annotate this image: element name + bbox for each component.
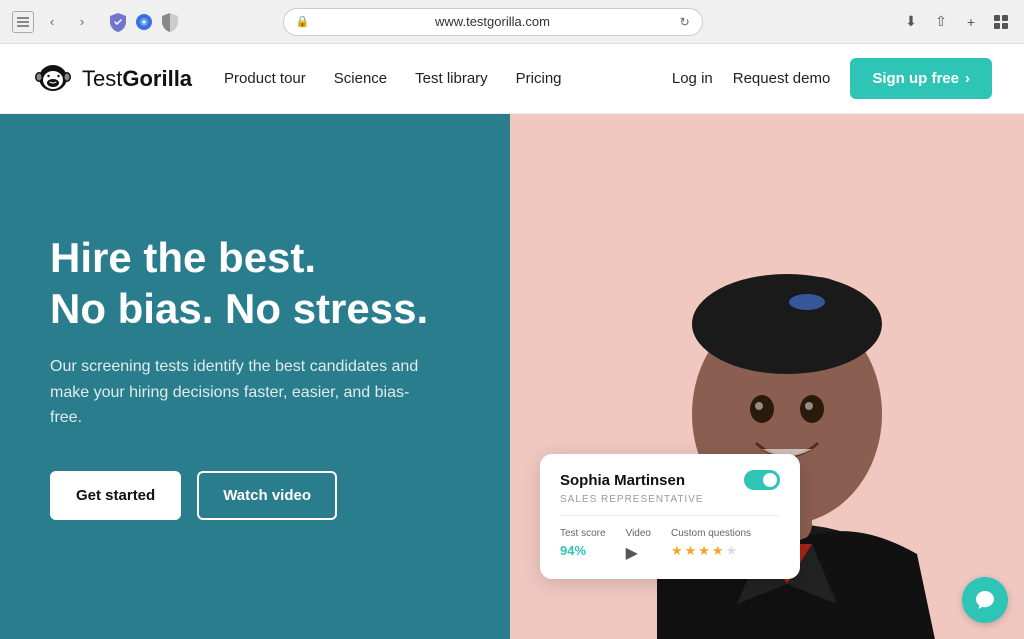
browser-actions: ⬇ ⇧ + [900, 11, 1012, 33]
candidate-role: SALES REPRESENTATIVE [560, 494, 780, 505]
candidate-card: Sophia Martinsen SALES REPRESENTATIVE Te… [540, 454, 800, 579]
hero-section: Hire the best. No bias. No stress. Our s… [0, 114, 1024, 639]
star-1: ★ [671, 543, 683, 559]
nav-science[interactable]: Science [334, 70, 387, 87]
forward-button[interactable]: › [70, 10, 94, 34]
star-5: ★ [726, 543, 738, 559]
hero-headline: Hire the best. No bias. No stress. [50, 233, 460, 334]
download-button[interactable]: ⬇ [900, 11, 922, 33]
star-2: ★ [685, 543, 697, 559]
site-wrapper: TestGorilla Product tour Science Test li… [0, 44, 1024, 639]
share-button[interactable]: ⇧ [930, 11, 952, 33]
hero-subtext: Our screening tests identify the best ca… [50, 354, 430, 431]
nav-test-library[interactable]: Test library [415, 70, 488, 87]
chat-button[interactable] [962, 577, 1008, 623]
star-rating: ★ ★ ★ ★ ★ [671, 543, 751, 559]
hero-right: Sophia Martinsen SALES REPRESENTATIVE Te… [510, 114, 1024, 639]
test-score-metric: Test score 94% [560, 528, 606, 563]
candidate-toggle[interactable] [744, 470, 780, 490]
address-bar[interactable]: 🔒 www.testgorilla.com ↻ [283, 8, 703, 36]
get-started-button[interactable]: Get started [50, 471, 181, 520]
custom-questions-metric: Custom questions ★ ★ ★ ★ ★ [671, 528, 751, 563]
candidate-name: Sophia Martinsen [560, 472, 685, 489]
star-4: ★ [712, 543, 724, 559]
sidebar-toggle-btn[interactable] [12, 11, 34, 33]
gorilla-logo-icon [32, 58, 74, 100]
hero-left: Hire the best. No bias. No stress. Our s… [0, 114, 510, 639]
reload-icon[interactable]: ↻ [680, 15, 690, 29]
grid-button[interactable] [990, 11, 1012, 33]
card-metrics: Test score 94% Video ▶ Custom questions … [560, 528, 780, 563]
half-shield-icon [160, 12, 180, 32]
hero-buttons: Get started Watch video [50, 471, 460, 520]
watch-video-button[interactable]: Watch video [197, 471, 337, 520]
nav-product-tour[interactable]: Product tour [224, 70, 306, 87]
test-score-value: 94% [560, 543, 606, 558]
login-button[interactable]: Log in [672, 70, 713, 87]
video-play-icon[interactable]: ▶ [626, 543, 651, 563]
nav-right: Log in Request demo Sign up free › [672, 58, 992, 99]
test-score-label: Test score [560, 528, 606, 539]
star-3: ★ [698, 543, 710, 559]
video-label: Video [626, 528, 651, 539]
url-text: www.testgorilla.com [315, 14, 669, 29]
logo[interactable]: TestGorilla [32, 58, 192, 100]
back-button[interactable]: ‹ [40, 10, 64, 34]
firefox-icon [134, 12, 154, 32]
card-divider [560, 515, 780, 516]
card-header: Sophia Martinsen [560, 470, 780, 490]
signup-button[interactable]: Sign up free › [850, 58, 992, 99]
custom-questions-label: Custom questions [671, 528, 751, 539]
browser-buttons: ‹ › [12, 10, 94, 34]
security-icons [108, 12, 180, 32]
site-nav: TestGorilla Product tour Science Test li… [0, 44, 1024, 114]
nav-pricing[interactable]: Pricing [516, 70, 562, 87]
browser-chrome: ‹ › 🔒 www.testgorilla.com ↻ [0, 0, 1024, 44]
shield-icon [108, 12, 128, 32]
lock-icon: 🔒 [296, 15, 310, 28]
logo-text: TestGorilla [82, 66, 192, 92]
video-metric: Video ▶ [626, 528, 651, 563]
new-tab-button[interactable]: + [960, 11, 982, 33]
nav-links: Product tour Science Test library Pricin… [224, 70, 672, 87]
request-demo-button[interactable]: Request demo [733, 70, 831, 87]
